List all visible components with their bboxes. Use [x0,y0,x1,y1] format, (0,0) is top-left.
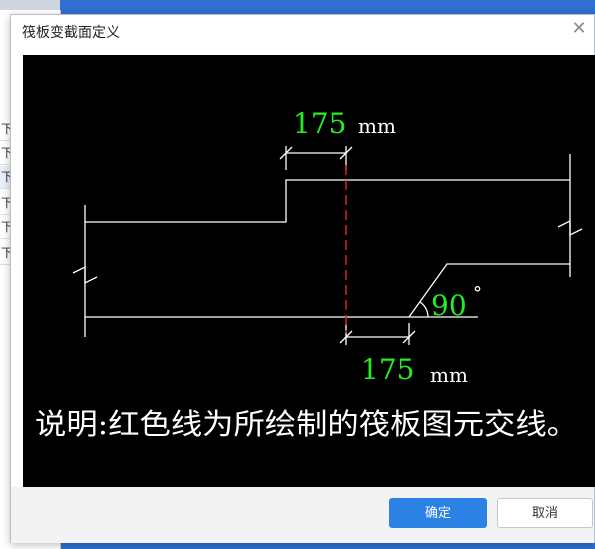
angle-arc [419,301,429,318]
angle-value: 90 [431,289,467,322]
drawing-note: 说明:红色线为所绘制的筏板图元交线。 [35,407,578,441]
dialog-title: 筏板变截面定义 [22,25,120,41]
top-dim-unit: mm [358,114,396,138]
close-icon[interactable]: ✕ [568,18,590,40]
angle-unit: ° [473,283,482,304]
bottom-dim-unit: mm [430,363,468,387]
ok-button[interactable]: 确定 [389,498,487,528]
bottom-dim-value: 175 [361,353,414,386]
raft-section-dialog: 筏板变截面定义 ✕ 175 mm 90 ° 175 mm 说明:红色线为所绘制的… [10,14,595,543]
right-break-symbol [557,219,583,237]
top-profile-line [85,179,570,223]
cancel-button[interactable]: 取消 [497,498,593,528]
section-drawing: 175 mm 90 ° 175 mm 说明:红色线为所绘制的筏板图元交线。 [35,107,583,441]
bottom-profile-line [85,263,570,318]
left-break-symbol [72,265,98,285]
top-dim-value: 175 [293,107,346,140]
dialog-footer: 确定 取消 [11,487,594,543]
section-drawing-canvas: 175 mm 90 ° 175 mm 说明:红色线为所绘制的筏板图元交线。 [23,55,595,487]
